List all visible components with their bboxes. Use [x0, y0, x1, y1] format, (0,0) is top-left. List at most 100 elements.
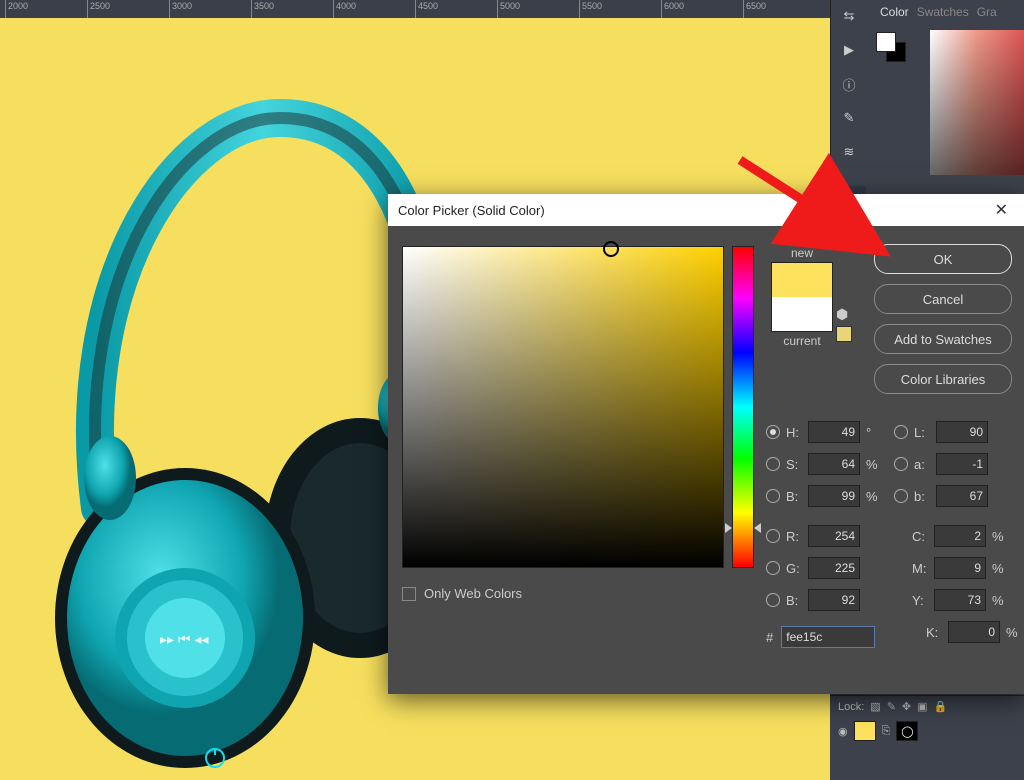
link-icon: ⎘: [882, 725, 891, 738]
model-radio-R[interactable]: [766, 529, 780, 543]
label-G: G:: [786, 561, 808, 576]
add-to-swatches-button[interactable]: Add to Swatches: [874, 324, 1012, 354]
unit-S: %: [866, 457, 880, 472]
hex-label: #: [766, 630, 773, 645]
lock-brush-icon[interactable]: ✎: [887, 700, 896, 713]
label-H: H:: [786, 425, 808, 440]
input-b[interactable]: [936, 485, 988, 507]
model-radio-a[interactable]: [894, 457, 908, 471]
unit-C: %: [992, 529, 1006, 544]
color-field[interactable]: [402, 246, 724, 568]
tab-swatches[interactable]: Swatches: [917, 5, 969, 19]
label-M: M:: [912, 561, 934, 576]
only-web-colors-checkbox[interactable]: [402, 587, 416, 601]
unit-M: %: [992, 561, 1006, 576]
cancel-button[interactable]: Cancel: [874, 284, 1012, 314]
input-a[interactable]: [936, 453, 988, 475]
unit-Y: %: [992, 593, 1006, 608]
color-panel-spectrum[interactable]: [930, 30, 1024, 175]
value-row: B:% b:: [766, 480, 1024, 512]
input-B[interactable]: [808, 485, 860, 507]
hex-input[interactable]: [781, 626, 875, 648]
preview-new-color[interactable]: [772, 263, 832, 297]
layer-mask-thumbnail[interactable]: ◯: [896, 721, 918, 741]
ruler-horizontal: 2000250030003500400045005000550060006500: [0, 0, 830, 18]
ruler-tick: 2500: [87, 0, 88, 18]
play-icon[interactable]: ▶: [839, 40, 859, 60]
only-web-colors-row[interactable]: Only Web Colors: [402, 586, 522, 601]
color-field-marker[interactable]: [603, 241, 619, 257]
gamut-closest-swatch[interactable]: [836, 326, 852, 342]
ruler-tick: 5000: [497, 0, 498, 18]
color-preview: new current: [766, 246, 838, 348]
model-radio-b[interactable]: [894, 489, 908, 503]
label-b: b:: [914, 489, 936, 504]
label-a: a:: [914, 457, 936, 472]
input-M[interactable]: [934, 557, 986, 579]
tab-color[interactable]: Color: [880, 5, 909, 19]
input-L[interactable]: [936, 421, 988, 443]
ruler-tick: 2000: [5, 0, 6, 18]
model-radio-L[interactable]: [894, 425, 908, 439]
info-icon[interactable]: ⓘ: [839, 74, 859, 94]
hue-slider[interactable]: [732, 246, 754, 568]
ruler-tick: 6500: [743, 0, 744, 18]
hue-handle-left-icon[interactable]: [725, 523, 732, 533]
unit-H: °: [866, 425, 880, 440]
gamut-warning-icon[interactable]: ⬢: [836, 306, 848, 323]
close-icon[interactable]: ✕: [989, 200, 1014, 220]
lock-all-icon[interactable]: 🔒: [934, 700, 948, 713]
lock-transparent-icon[interactable]: ▧: [870, 700, 880, 713]
label-B: B:: [786, 489, 808, 504]
input-G[interactable]: [808, 557, 860, 579]
label-B: B:: [786, 593, 808, 608]
new-label: new: [766, 246, 838, 260]
hex-row: #: [766, 626, 875, 648]
icon-double-arrow[interactable]: ⇆: [839, 6, 859, 26]
color-picker-dialog: Color Picker (Solid Color) ✕ new current…: [388, 194, 1024, 694]
current-label: current: [766, 334, 838, 348]
tab-gradients[interactable]: Gra: [977, 5, 997, 19]
model-radio-B[interactable]: [766, 489, 780, 503]
ruler-tick: 5500: [579, 0, 580, 18]
unit-B: %: [866, 489, 880, 504]
layers-panel-fragment: Lock: ▧ ✎ ✥ ▣ 🔒 ◉ ⎘ ◯: [830, 695, 1024, 780]
layer-thumbnail[interactable]: [854, 721, 876, 741]
layer-row[interactable]: ◉ ⎘ ◯: [830, 717, 1024, 745]
foreground-background-swatch[interactable]: [876, 32, 908, 64]
lock-artboard-icon[interactable]: ▣: [917, 700, 927, 713]
model-radio-B[interactable]: [766, 593, 780, 607]
canvas-artwork-headphones: ▸▸ ⏮ ◂◂: [40, 78, 440, 780]
visibility-eye-icon[interactable]: ◉: [838, 725, 848, 738]
model-radio-S[interactable]: [766, 457, 780, 471]
input-C[interactable]: [934, 525, 986, 547]
input-S[interactable]: [808, 453, 860, 475]
lock-move-icon[interactable]: ✥: [902, 700, 911, 713]
model-radio-G[interactable]: [766, 561, 780, 575]
ruler-tick: 3500: [251, 0, 252, 18]
label-K: K:: [926, 625, 948, 640]
ruler-tick: 6000: [661, 0, 662, 18]
ruler-tick: 4500: [415, 0, 416, 18]
ruler-tick: 4000: [333, 0, 334, 18]
value-row: S:%a:: [766, 448, 1024, 480]
svg-text:▸▸ ⏮ ◂◂: ▸▸ ⏮ ◂◂: [160, 631, 209, 647]
brush-icon[interactable]: ✎: [839, 108, 859, 128]
label-C: C:: [912, 529, 934, 544]
dialog-titlebar[interactable]: Color Picker (Solid Color) ✕: [388, 194, 1024, 226]
model-radio-H[interactable]: [766, 425, 780, 439]
preview-current-color[interactable]: [772, 297, 832, 331]
hue-handle-right-icon[interactable]: [754, 523, 761, 533]
unit-K: %: [1006, 625, 1020, 640]
swatches-icon[interactable]: ≋: [839, 142, 859, 162]
lock-label: Lock:: [838, 701, 864, 713]
label-L: L:: [914, 425, 936, 440]
color-libraries-button[interactable]: Color Libraries: [874, 364, 1012, 394]
input-Y[interactable]: [934, 589, 986, 611]
input-H[interactable]: [808, 421, 860, 443]
ok-button[interactable]: OK: [874, 244, 1012, 274]
value-row: B:Y:%: [766, 584, 1024, 616]
input-B[interactable]: [808, 589, 860, 611]
input-R[interactable]: [808, 525, 860, 547]
input-K[interactable]: [948, 621, 1000, 643]
